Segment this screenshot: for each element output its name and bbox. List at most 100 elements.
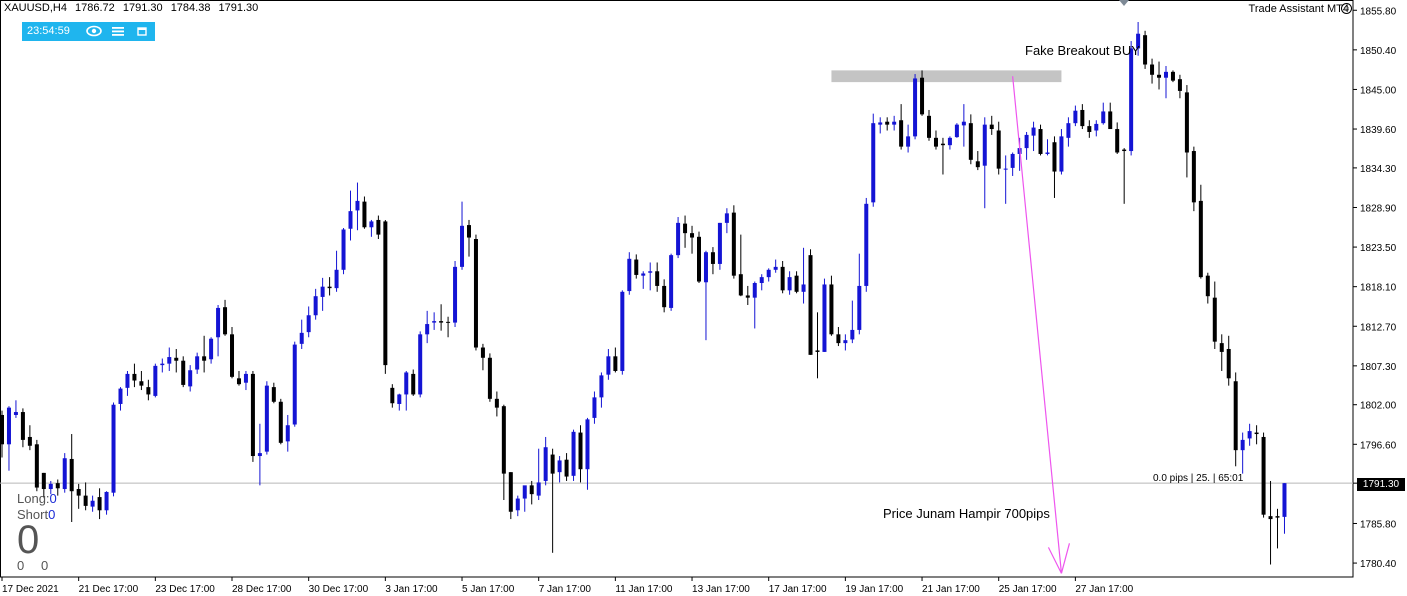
candle[interactable] [257,423,262,486]
candle[interactable] [236,370,241,386]
eye-icon[interactable] [86,24,102,41]
candle[interactable] [446,316,451,338]
candle[interactable] [369,219,374,237]
candle[interactable] [522,485,527,512]
candle[interactable] [473,234,478,351]
candle[interactable] [453,261,458,327]
candle[interactable] [1150,58,1155,84]
candle[interactable] [34,439,39,492]
candle[interactable] [550,448,555,553]
candle[interactable] [6,406,11,471]
candle[interactable] [397,393,402,411]
candle[interactable] [299,319,304,349]
candle[interactable] [1045,139,1050,156]
candle[interactable] [989,115,994,135]
candle[interactable] [724,208,729,234]
candle[interactable] [167,347,172,371]
candle[interactable] [975,151,980,171]
candle[interactable] [676,217,681,259]
candle[interactable] [1073,105,1078,127]
candle[interactable] [585,417,590,490]
candle[interactable] [195,352,200,374]
candle[interactable] [425,310,430,344]
candle[interactable] [362,196,367,229]
candle[interactable] [815,312,820,379]
candle[interactable] [285,414,290,452]
candle[interactable] [1115,122,1120,154]
candle[interactable] [927,109,932,141]
candle[interactable] [1003,155,1008,204]
candle[interactable] [1129,41,1134,156]
candle[interactable] [1066,117,1071,147]
price-chart[interactable]: 1855.80 1850.40 1845.00 1839.60 1834.30 1828.… [0,0,1407,596]
candle[interactable] [703,250,708,341]
candle[interactable] [153,363,158,398]
candle[interactable] [383,219,388,374]
candle[interactable] [759,274,764,291]
candle[interactable] [292,341,297,427]
candle[interactable] [1170,70,1175,83]
candle[interactable] [578,425,583,483]
candle[interactable] [404,370,409,411]
candle[interactable] [968,114,973,165]
candle[interactable] [125,370,130,396]
candle[interactable] [355,182,360,231]
candle[interactable] [494,391,499,417]
candle[interactable] [794,271,799,294]
candle[interactable] [655,262,660,292]
candle[interactable] [878,117,883,134]
candle[interactable] [146,379,151,401]
menu-icon[interactable] [112,24,124,41]
candle[interactable] [216,304,221,357]
candle[interactable] [529,480,534,505]
candle[interactable] [899,104,904,150]
candle[interactable] [508,472,513,520]
candle[interactable] [571,429,576,481]
candle[interactable] [69,434,74,523]
candle[interactable] [1282,483,1287,534]
candle[interactable] [313,288,318,320]
candle[interactable] [432,312,437,330]
candle[interactable] [174,348,179,373]
candle[interactable] [843,334,848,351]
candle[interactable] [97,488,102,520]
candle[interactable] [543,436,548,486]
candle[interactable] [1261,432,1266,518]
candle[interactable] [306,306,311,338]
candle[interactable] [1059,129,1064,175]
candle[interactable] [250,370,255,462]
candle[interactable] [418,331,423,398]
candle[interactable] [487,353,492,402]
candle[interactable] [982,117,987,209]
candle[interactable] [557,456,562,483]
candle[interactable] [906,124,911,153]
candle[interactable] [829,275,834,336]
candle[interactable] [341,228,346,275]
candle[interactable] [202,335,207,373]
candle[interactable] [466,219,471,257]
candle[interactable] [20,408,25,448]
candle[interactable] [271,382,276,404]
candle[interactable] [118,387,123,411]
candle[interactable] [599,372,604,408]
window-icon[interactable] [137,24,147,41]
candle[interactable] [1219,334,1224,371]
candle[interactable] [1094,120,1099,137]
candle[interactable] [1212,281,1217,349]
candle[interactable] [1038,124,1043,156]
candle[interactable] [1163,65,1168,99]
candle[interactable] [808,249,813,355]
candle[interactable] [641,271,646,289]
candle[interactable] [864,197,869,292]
candle[interactable] [1080,104,1085,130]
candle[interactable] [181,356,186,388]
candle[interactable] [111,402,116,497]
candle[interactable] [947,136,952,150]
candle[interactable] [787,271,792,295]
candle[interactable] [230,326,235,379]
candle[interactable] [1191,146,1196,212]
candle[interactable] [536,448,541,501]
candle[interactable] [669,253,674,311]
candle[interactable] [892,115,897,131]
candle[interactable] [738,234,743,297]
